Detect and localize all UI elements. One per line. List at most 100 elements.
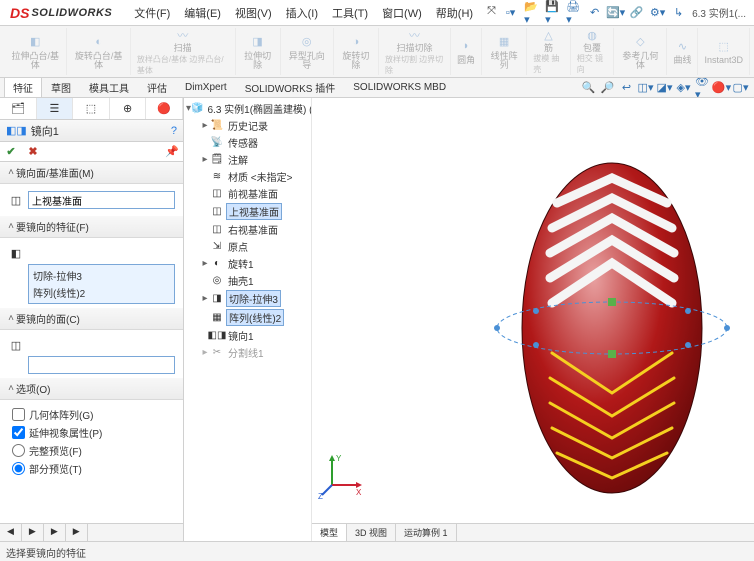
pbt-2[interactable]: ▶ bbox=[44, 524, 66, 541]
pm-tab-config[interactable]: ⬚ bbox=[73, 98, 110, 119]
chk-geometry-pattern[interactable]: 几何体阵列(G) bbox=[8, 407, 175, 422]
tab-features[interactable]: 特征 bbox=[4, 78, 42, 98]
tree-node-6[interactable]: ◫上视基准面 bbox=[184, 202, 311, 221]
tree-node-12[interactable]: ▦阵列(线性)2 bbox=[184, 308, 311, 327]
menu-edit[interactable]: 编辑(E) bbox=[178, 1, 227, 25]
ribbon-revolve-boss[interactable]: ◐旋转凸台/基体 bbox=[67, 28, 130, 75]
menu-search-icon[interactable]: ⤧ bbox=[481, 1, 502, 25]
print-icon[interactable]: 🖨▾ bbox=[566, 5, 581, 20]
pm-pin-button[interactable]: 📌 bbox=[161, 142, 183, 161]
zoom-fit-icon[interactable]: 🔍 bbox=[581, 80, 596, 95]
tab-mold-tools[interactable]: 模具工具 bbox=[80, 78, 138, 98]
pm-tab-pm[interactable]: ☰ bbox=[37, 98, 74, 119]
tree-node-3[interactable]: ▸🗒注解 bbox=[184, 151, 311, 168]
pm-tab-appearance[interactable]: 🔴 bbox=[146, 98, 183, 119]
ribbon-extrude-boss[interactable]: ◧拉伸凸台/基体 bbox=[4, 28, 67, 75]
display-style-icon[interactable]: ◈▾ bbox=[676, 80, 691, 95]
appearance-icon[interactable]: 🔴▾ bbox=[714, 80, 729, 95]
feature-item-0[interactable]: 切除-拉伸3 bbox=[33, 267, 170, 284]
ribbon-extrude-cut[interactable]: ◨拉伸切除 bbox=[236, 28, 281, 75]
prev-view-icon[interactable]: ↩ bbox=[619, 80, 634, 95]
tree-node-4[interactable]: ≋材质 <未指定> bbox=[184, 168, 311, 185]
pm-tab-display[interactable]: ⊕ bbox=[110, 98, 147, 119]
open-icon[interactable]: 📂▾ bbox=[524, 5, 539, 20]
tree-node-0[interactable]: ▾🧊6.3 实例1(椭圆盖建模) (... bbox=[184, 100, 311, 117]
tree-node-11[interactable]: ▸◨切除-拉伸3 bbox=[184, 289, 311, 308]
section-options[interactable]: ˄选项(O) bbox=[0, 378, 183, 400]
ribbon-linear-pattern[interactable]: ▦线性阵列 bbox=[482, 28, 527, 75]
ribbon-sweep-boss[interactable]: 〰扫描放样凸台/基体 边界凸台/基体 bbox=[131, 28, 236, 75]
ribbon-sweep-cut[interactable]: 〰扫描切除放样切割 边界切除 bbox=[379, 28, 451, 75]
tree-node-8[interactable]: ⇲原点 bbox=[184, 238, 311, 255]
menu-file[interactable]: 文件(F) bbox=[128, 1, 176, 25]
features-listbox[interactable]: 切除-拉伸3 阵列(线性)2 bbox=[28, 264, 175, 304]
svg-text:Z: Z bbox=[318, 492, 323, 499]
scene-icon[interactable]: ▢▾ bbox=[733, 80, 748, 95]
pbt-0[interactable]: ◀ bbox=[0, 524, 22, 541]
menu-tools[interactable]: 工具(T) bbox=[326, 1, 374, 25]
pm-tab-fm[interactable]: 🗂 bbox=[0, 98, 37, 119]
section-view-icon[interactable]: ◫▾ bbox=[638, 80, 653, 95]
pm-cancel-button[interactable]: ✖ bbox=[22, 142, 44, 161]
tab-sw-mbd[interactable]: SOLIDWORKS MBD bbox=[344, 78, 455, 97]
ribbon: ◧拉伸凸台/基体 ◐旋转凸台/基体 〰扫描放样凸台/基体 边界凸台/基体 ◨拉伸… bbox=[0, 26, 754, 78]
tree-node-13[interactable]: ◧◨镜向1 bbox=[184, 327, 311, 344]
ribbon-instant3d[interactable]: ⬚Instant3D bbox=[698, 28, 750, 75]
save-icon[interactable]: 💾▾ bbox=[545, 5, 560, 20]
ribbon-wrap[interactable]: ◍包覆相交 镜向 bbox=[571, 28, 615, 75]
tab-evaluate[interactable]: 评估 bbox=[138, 78, 176, 98]
section-faces[interactable]: ˄要镜向的面(C) bbox=[0, 308, 183, 330]
rebuild-icon[interactable]: 🔄▾ bbox=[608, 5, 623, 20]
svg-text:X: X bbox=[356, 488, 362, 497]
ribbon-fillet[interactable]: ◗圆角 bbox=[451, 28, 482, 75]
ribbon-curves[interactable]: ∿曲线 bbox=[667, 28, 698, 75]
menu-help[interactable]: 帮助(H) bbox=[430, 1, 479, 25]
ribbon-rib[interactable]: △筋拔模 抽壳 bbox=[527, 28, 571, 75]
section-features[interactable]: ˄要镜向的特征(F) bbox=[0, 216, 183, 238]
pm-ok-button[interactable]: ✔ bbox=[0, 142, 22, 161]
viewport[interactable]: Y X Z 模型 3D 视图 运动算例 1 bbox=[312, 98, 754, 541]
menu-view[interactable]: 视图(V) bbox=[229, 1, 278, 25]
tree-node-1[interactable]: ▸📜历史记录 bbox=[184, 117, 311, 134]
chk-propagate-visual[interactable]: 延伸视象属性(P) bbox=[8, 425, 175, 440]
radio-full-preview[interactable]: 完整预览(F) bbox=[8, 443, 175, 458]
coord-icon[interactable]: ↳ bbox=[671, 5, 686, 20]
mirror-plane-input[interactable] bbox=[28, 191, 175, 209]
link-icon[interactable]: 🔗 bbox=[629, 5, 644, 20]
radio-partial-preview[interactable]: 部分预览(T) bbox=[8, 461, 175, 476]
tab-dimxpert[interactable]: DimXpert bbox=[176, 78, 236, 97]
options-icon[interactable]: ⚙▾ bbox=[650, 5, 665, 20]
vpbt-motion[interactable]: 运动算例 1 bbox=[396, 524, 457, 541]
tree-node-5[interactable]: ◫前视基准面 bbox=[184, 185, 311, 202]
view-triad: Y X Z bbox=[318, 451, 366, 499]
vpbt-3dview[interactable]: 3D 视图 bbox=[347, 524, 396, 541]
tree-node-7[interactable]: ◫右视基准面 bbox=[184, 221, 311, 238]
tab-sw-addins[interactable]: SOLIDWORKS 插件 bbox=[236, 78, 345, 98]
tree-node-9[interactable]: ▸◐旋转1 bbox=[184, 255, 311, 272]
menu-insert[interactable]: 插入(I) bbox=[280, 1, 324, 25]
vpbt-model[interactable]: 模型 bbox=[312, 524, 347, 541]
plane-field-icon: ◫ bbox=[8, 192, 24, 208]
zoom-area-icon[interactable]: 🔎 bbox=[600, 80, 615, 95]
pbt-3[interactable]: ▶ bbox=[66, 524, 88, 541]
faces-listbox[interactable] bbox=[28, 356, 175, 374]
menu-window[interactable]: 窗口(W) bbox=[376, 1, 428, 25]
tree-node-10[interactable]: ◎抽壳1 bbox=[184, 272, 311, 289]
section-mirror-plane[interactable]: ˄镜向面/基准面(M) bbox=[0, 162, 183, 184]
logo-icon: DS bbox=[10, 5, 29, 21]
ribbon-hole-wizard[interactable]: ◎异型孔向导 bbox=[281, 28, 334, 75]
ribbon-reference[interactable]: ◇参考几何体 bbox=[614, 28, 667, 75]
status-bar: 选择要镜向的特征 bbox=[0, 541, 754, 561]
tab-sketch[interactable]: 草图 bbox=[42, 78, 80, 98]
hide-show-icon[interactable]: 👁▾ bbox=[695, 80, 710, 95]
feature-item-1[interactable]: 阵列(线性)2 bbox=[33, 284, 170, 301]
new-doc-icon[interactable]: ▫▾ bbox=[503, 5, 518, 20]
ribbon-revolve-cut[interactable]: ◑旋转切除 bbox=[334, 28, 379, 75]
help-icon[interactable]: ? bbox=[171, 125, 177, 137]
pm-panel-tabs: 🗂 ☰ ⬚ ⊕ 🔴 bbox=[0, 98, 183, 120]
view-orient-icon[interactable]: ◪▾ bbox=[657, 80, 672, 95]
tree-node-2[interactable]: 📡传感器 bbox=[184, 134, 311, 151]
undo-icon[interactable]: ↶ bbox=[587, 5, 602, 20]
tree-node-14[interactable]: ▸✂分割线1 bbox=[184, 344, 311, 361]
pbt-1[interactable]: ▶ bbox=[22, 524, 44, 541]
